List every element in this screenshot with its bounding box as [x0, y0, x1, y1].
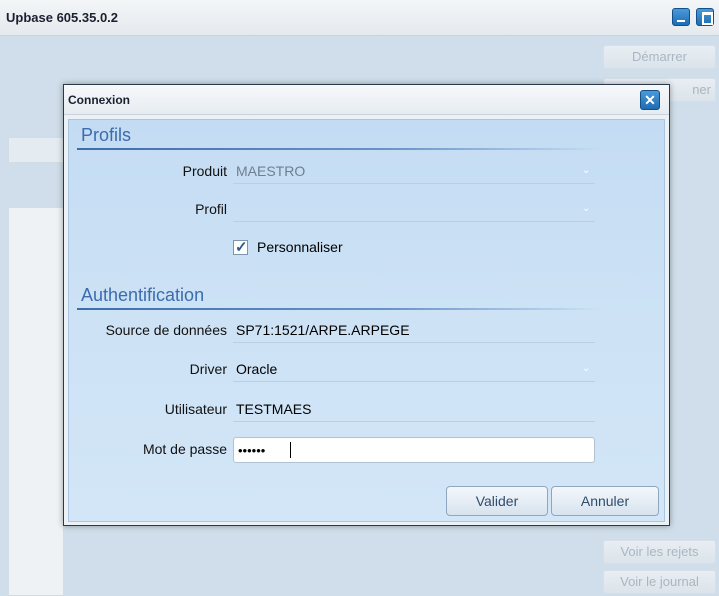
profil-label: Profil: [195, 201, 227, 217]
section-divider: [77, 308, 601, 310]
view-rejects-button[interactable]: Voir les rejets: [603, 540, 716, 564]
view-journal-button[interactable]: Voir le journal: [603, 570, 716, 594]
section-title-profils: Profils: [81, 125, 132, 145]
produit-label: Produit: [182, 163, 227, 179]
user-field[interactable]: TESTMAES: [233, 398, 595, 422]
checkbox-checked-icon[interactable]: [233, 238, 248, 256]
section-divider: [77, 148, 601, 150]
chevron-down-icon[interactable]: ⌄: [582, 166, 591, 176]
personnaliser-label: Personnaliser: [257, 239, 343, 255]
close-icon[interactable]: ✕: [640, 90, 660, 110]
driver-select[interactable]: Oracle ⌄: [233, 358, 595, 382]
password-field[interactable]: ••••••: [233, 437, 595, 463]
validate-button[interactable]: Valider: [446, 486, 548, 516]
app-title: Upbase 605.35.0.2: [6, 10, 119, 25]
user-label: Utilisateur: [164, 401, 227, 417]
background-strip: [8, 137, 64, 163]
dialog-body: Profils Produit MAESTRO ⌄ Profil ⌄ Perso…: [68, 119, 665, 522]
background-panel: [8, 207, 64, 596]
chevron-down-icon[interactable]: ⌄: [582, 364, 591, 374]
user-value: TESTMAES: [236, 401, 312, 417]
source-value: SP71:1521/ARPE.ARPEGE: [236, 322, 410, 338]
chevron-down-icon[interactable]: ⌄: [582, 204, 591, 214]
profil-select[interactable]: ⌄: [233, 198, 595, 222]
cancel-button[interactable]: Annuler: [551, 486, 659, 516]
dialog-titlebar: Connexion ✕: [64, 85, 669, 115]
produit-value: MAESTRO: [236, 163, 306, 179]
minimize-icon[interactable]: [672, 8, 690, 26]
driver-value: Oracle: [236, 361, 278, 377]
password-value: ••••••: [238, 443, 266, 458]
driver-label: Driver: [189, 361, 227, 377]
main-titlebar: Upbase 605.35.0.2: [0, 0, 719, 36]
text-caret: [290, 442, 291, 458]
start-button[interactable]: Démarrer: [603, 45, 716, 69]
restore-icon[interactable]: [696, 8, 714, 26]
source-field[interactable]: SP71:1521/ARPE.ARPEGE: [233, 319, 595, 343]
personnaliser-checkbox[interactable]: Personnaliser: [233, 238, 393, 258]
password-label: Mot de passe: [142, 441, 227, 457]
section-title-authentification: Authentification: [81, 285, 205, 305]
source-label: Source de données: [105, 322, 227, 338]
dialog-title: Connexion: [68, 93, 130, 107]
connexion-dialog: Connexion ✕ Profils Produit MAESTRO ⌄ Pr…: [63, 84, 670, 526]
produit-select[interactable]: MAESTRO ⌄: [233, 160, 595, 184]
